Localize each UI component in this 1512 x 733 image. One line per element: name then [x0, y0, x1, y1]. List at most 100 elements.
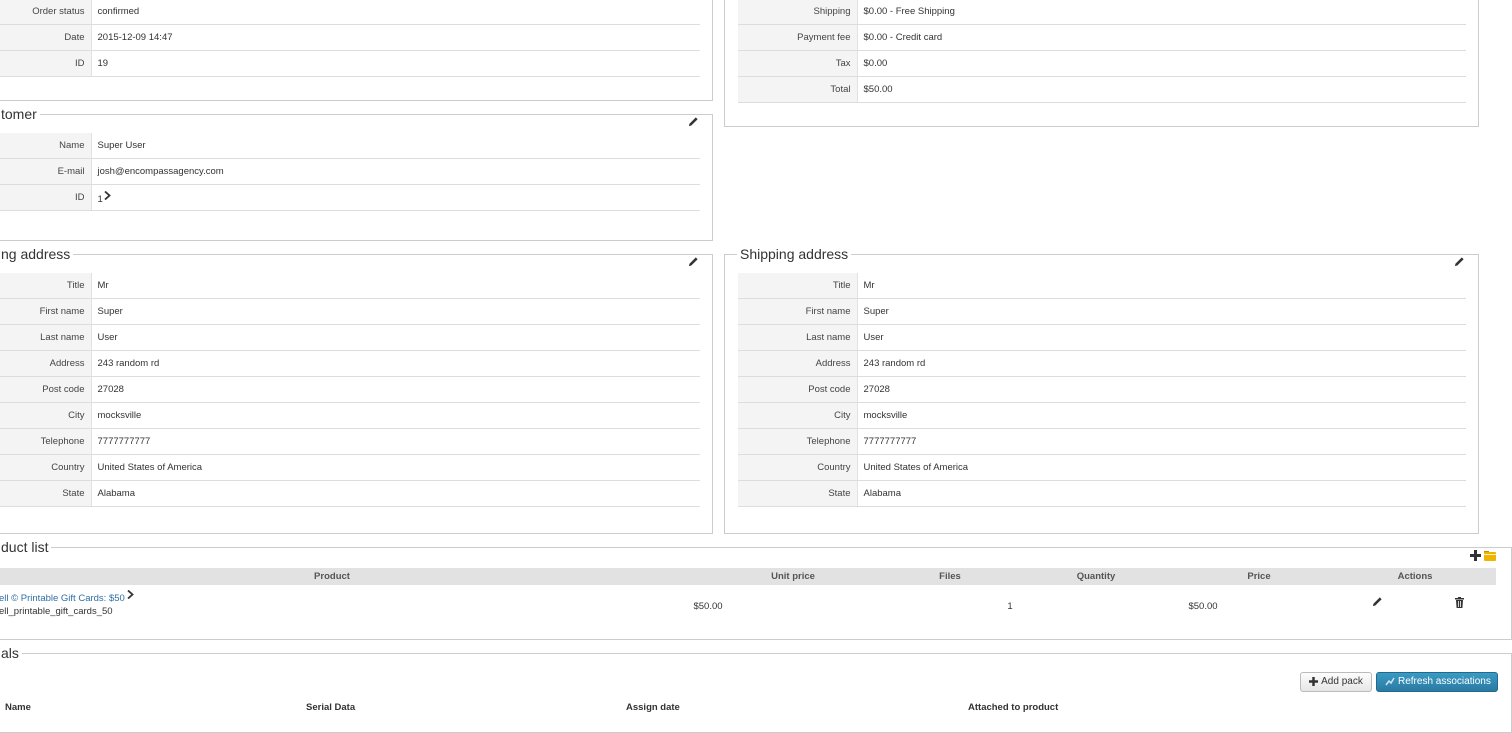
add-product-icon[interactable]: [1470, 550, 1481, 561]
customer-name-value: Super User: [91, 133, 700, 159]
product-name: ell © Printable Gift Cards: $50: [0, 593, 125, 604]
column-header-product: Product: [314, 571, 350, 582]
shipping-address-panel: Shipping address Title Mr First name Super…: [724, 246, 1479, 534]
chevron-right-icon[interactable]: [127, 589, 134, 600]
payment-fee-value: $0.00 - Credit card: [857, 24, 1466, 51]
add-pack-label: Add pack: [1321, 676, 1363, 687]
unit-price-value: $50.00: [693, 601, 723, 612]
product-list-legend: duct list: [0, 539, 52, 555]
total-value: $50.00: [857, 76, 1466, 103]
product-link[interactable]: ell © Printable Gift Cards: $50: [0, 589, 134, 604]
field-label: Date: [0, 24, 92, 51]
field-label: Country: [0, 454, 92, 481]
shipping-address-table: Title Mr First name Super Last name User Ad…: [738, 273, 1466, 507]
shipping-state-value: Alabama: [857, 480, 1466, 507]
edit-product-icon[interactable]: [1372, 596, 1383, 607]
refresh-associations-button[interactable]: Refresh associations: [1376, 672, 1498, 692]
billing-title-value: Mr: [91, 273, 700, 299]
table-row: Payment fee $0.00 - Credit card: [738, 24, 1466, 51]
order-date-value: 2015-12-09 14:47: [91, 24, 700, 51]
column-header-unit-price: Unit price: [771, 571, 815, 582]
billing-address-legend: ng address: [0, 246, 74, 262]
shipping-country-value: United States of America: [857, 454, 1466, 481]
field-label: Telephone: [738, 428, 858, 455]
customer-id-cell: 1: [91, 184, 700, 211]
shipping-address-legend: Shipping address: [737, 246, 852, 262]
table-row: First name Super: [0, 298, 700, 325]
table-row: Post code 27028: [0, 376, 700, 403]
table-row: Country United States of America: [738, 454, 1466, 481]
table-row: ID 1: [0, 184, 700, 211]
field-label: Country: [738, 454, 858, 481]
billing-address-table: Title Mr First name Super Last name User Ad…: [0, 273, 700, 507]
field-label: Tax: [738, 50, 858, 77]
order-info-panel: Order status confirmed Date 2015-12-09 14:…: [0, 0, 713, 101]
edit-billing-address-icon[interactable]: [688, 256, 699, 267]
quantity-value: 1: [1007, 601, 1013, 612]
shipping-post-code-value: 27028: [857, 376, 1466, 403]
column-header-attached-to-product: Attached to product: [968, 702, 1059, 713]
table-row: Title Mr: [0, 273, 700, 299]
payment-summary-panel: Shipping $0.00 - Free Shipping Payment fe…: [724, 0, 1479, 127]
table-row: Tax $0.00: [738, 50, 1466, 77]
field-label: Payment fee: [738, 24, 858, 51]
table-row: Shipping $0.00 - Free Shipping: [738, 0, 1466, 25]
table-row: Date 2015-12-09 14:47: [0, 24, 700, 51]
field-label: Last name: [0, 324, 92, 351]
customer-table: Name Super User E-mail josh@encompassagenc…: [0, 133, 700, 211]
field-label: State: [0, 480, 92, 507]
table-row: Telephone 7777777777: [0, 428, 700, 455]
table-row: Order status confirmed: [0, 0, 700, 25]
shipping-city-value: mocksville: [857, 402, 1466, 429]
field-label: City: [0, 402, 92, 429]
table-row: Last name User: [738, 324, 1466, 351]
shipping-address-value: 243 random rd: [857, 350, 1466, 377]
column-header-name: Name: [5, 702, 31, 713]
product-code: ell_printable_gift_cards_50: [0, 606, 113, 617]
field-label: Name: [0, 133, 92, 159]
order-status-value: confirmed: [91, 0, 700, 25]
customer-id-value: 1: [97, 193, 103, 205]
field-label: Address: [738, 350, 858, 377]
field-label: Shipping: [738, 0, 858, 25]
order-id-value: 19: [91, 50, 700, 77]
serials-legend: als: [0, 645, 22, 661]
table-row: Address 243 random rd: [738, 350, 1466, 377]
field-label: E-mail: [0, 158, 92, 185]
order-info-table: Order status confirmed Date 2015-12-09 14:…: [0, 0, 700, 77]
shipping-title-value: Mr: [857, 273, 1466, 299]
column-header-assign-date: Assign date: [626, 702, 680, 713]
field-label: First name: [738, 298, 858, 325]
field-label: Order status: [0, 0, 92, 25]
refresh-associations-label: Refresh associations: [1398, 676, 1491, 687]
serials-panel: als Add pack Refresh associations Name S…: [0, 645, 1512, 733]
trash-icon[interactable]: [1455, 597, 1464, 608]
product-list-panel: duct list Product Unit price Files Quant…: [0, 539, 1512, 640]
billing-telephone-value: 7777777777: [91, 428, 700, 455]
field-label: Address: [0, 350, 92, 377]
table-row: Last name User: [0, 324, 700, 351]
edit-shipping-address-icon[interactable]: [1454, 256, 1465, 267]
field-label: State: [738, 480, 858, 507]
field-label: Title: [738, 273, 858, 299]
field-label: First name: [0, 298, 92, 325]
field-label: Post code: [0, 376, 92, 403]
table-row: State Alabama: [0, 480, 700, 507]
table-row: Name Super User: [0, 133, 700, 159]
column-header-quantity: Quantity: [1076, 571, 1116, 582]
billing-address-value: 243 random rd: [91, 350, 700, 377]
field-label: Total: [738, 76, 858, 103]
table-row: First name Super: [738, 298, 1466, 325]
field-label: Title: [0, 273, 92, 299]
chevron-right-icon[interactable]: [104, 190, 111, 200]
customer-email-value: josh@encompassagency.com: [91, 158, 700, 185]
column-header-files: Files: [939, 571, 961, 582]
add-pack-button[interactable]: Add pack: [1300, 672, 1372, 692]
customer-panel: tomer Name Super User E-mail josh@encompas…: [0, 106, 713, 241]
folder-icon[interactable]: [1484, 550, 1496, 561]
billing-country-value: United States of America: [91, 454, 700, 481]
field-label: Last name: [738, 324, 858, 351]
plus-icon: [1309, 677, 1319, 686]
edit-customer-icon[interactable]: [688, 116, 699, 127]
table-row: City mocksville: [738, 402, 1466, 429]
